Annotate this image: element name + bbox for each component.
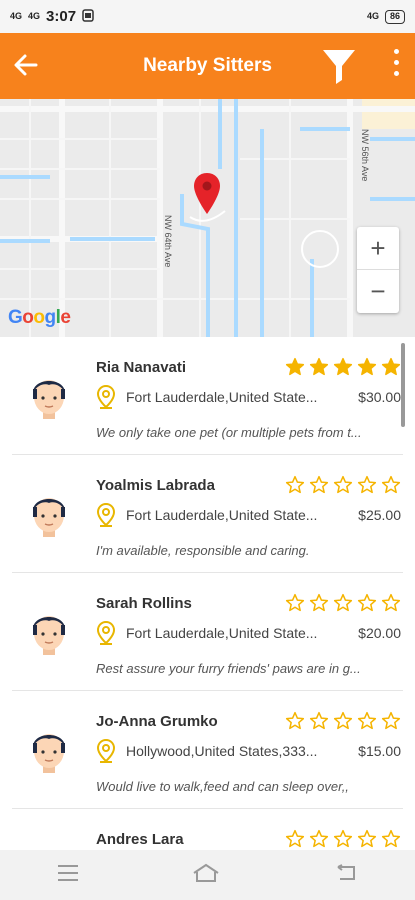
avatar [28, 725, 70, 777]
star-outline-icon [381, 593, 401, 612]
avatar [28, 607, 70, 659]
back-arrow-icon[interactable] [10, 49, 42, 81]
zoom-in-button[interactable]: + [357, 227, 399, 270]
sitter-name: Sarah Rollins [96, 595, 192, 612]
star-filled-icon [285, 357, 305, 376]
menu-icon[interactable] [57, 864, 79, 887]
street-label-64th: NW 64th Ave [163, 215, 173, 267]
rating-stars [285, 475, 401, 495]
star-outline-icon [357, 593, 377, 612]
sitter-description: Would live to walk,feed and can sleep ov… [96, 779, 349, 794]
sitter-price: $25.00 [358, 507, 401, 523]
sitter-list[interactable]: Ria Nanavati Fort Lauderdale,United Stat… [0, 337, 415, 850]
star-outline-icon [357, 475, 377, 494]
app-bar: Nearby Sitters [0, 33, 415, 99]
sitter-row[interactable]: Yoalmis Labrada Fort Lauderdale,United S… [12, 455, 403, 573]
location-pin-icon [96, 620, 116, 645]
location-marker-icon[interactable] [192, 171, 222, 217]
location-pin-icon [96, 502, 116, 527]
zoom-out-button[interactable]: − [357, 270, 399, 313]
star-outline-icon [285, 593, 305, 612]
star-outline-icon [333, 829, 353, 848]
sitter-row[interactable]: Ria Nanavati Fort Lauderdale,United Stat… [12, 337, 403, 455]
sitter-location: Fort Lauderdale,United State... [126, 625, 318, 641]
sitter-name: Ria Nanavati [96, 359, 187, 376]
star-filled-icon [381, 357, 401, 376]
sitter-description: Rest assure your furry friends' paws are… [96, 661, 361, 676]
map-view[interactable]: NW 64th Ave NW 56th Ave + − Google [0, 99, 415, 337]
avatar [28, 843, 70, 850]
signal-indicator-right: 4G [366, 11, 379, 21]
star-outline-icon [357, 711, 377, 730]
sitter-location: Fort Lauderdale,United State... [126, 389, 318, 405]
rating-stars [285, 829, 401, 849]
star-filled-icon [333, 357, 353, 376]
rating-stars [285, 357, 401, 377]
rating-stars [285, 711, 401, 731]
google-logo: Google [8, 307, 71, 328]
star-outline-icon [381, 711, 401, 730]
street-label-56th: NW 56th Ave [360, 129, 370, 181]
notification-icon [82, 8, 94, 25]
star-outline-icon [381, 475, 401, 494]
sitter-description: We only take one pet (or multiple pets f… [96, 425, 362, 440]
sitter-price: $30.00 [358, 389, 401, 405]
star-outline-icon [285, 829, 305, 848]
home-icon[interactable] [192, 863, 220, 888]
star-outline-icon [333, 593, 353, 612]
star-outline-icon [333, 475, 353, 494]
map-background: NW 64th Ave NW 56th Ave [0, 99, 415, 337]
star-filled-icon [309, 357, 329, 376]
back-nav-icon[interactable] [334, 863, 358, 887]
signal-indicator-2: 4G [28, 11, 41, 21]
star-outline-icon [309, 711, 329, 730]
zoom-controls: + − [357, 227, 399, 313]
sitter-name: Andres Lara [96, 831, 184, 848]
sitter-price: $15.00 [358, 743, 401, 759]
star-outline-icon [309, 829, 329, 848]
location-pin-icon [96, 384, 116, 409]
sitter-name: Yoalmis Labrada [96, 477, 215, 494]
sitter-description: I'm available, responsible and caring. [96, 543, 310, 558]
star-outline-icon [309, 593, 329, 612]
sitter-location: Fort Lauderdale,United State... [126, 507, 318, 523]
clock: 3:07 [46, 8, 77, 25]
star-outline-icon [333, 711, 353, 730]
star-outline-icon [285, 475, 305, 494]
star-outline-icon [357, 829, 377, 848]
star-outline-icon [285, 711, 305, 730]
more-options-icon[interactable] [394, 49, 399, 76]
battery-icon: 86 [384, 9, 405, 24]
signal-indicator-1: 4G [10, 11, 23, 21]
sitter-row[interactable]: Sarah Rollins Fort Lauderdale,United Sta… [12, 573, 403, 691]
star-outline-icon [309, 475, 329, 494]
star-outline-icon [381, 829, 401, 848]
sitter-location: Hollywood,United States,333... [126, 743, 318, 759]
star-filled-icon [357, 357, 377, 376]
sitter-price: $20.00 [358, 625, 401, 641]
filter-icon[interactable] [321, 47, 357, 90]
system-nav-bar [0, 850, 415, 900]
sitter-row[interactable]: Jo-Anna Grumko Hollywood,United States,3… [12, 691, 403, 809]
avatar [28, 371, 70, 423]
status-bar: 4G 4G 3:07 4G 86 [0, 0, 415, 33]
location-pin-icon [96, 738, 116, 763]
rating-stars [285, 593, 401, 613]
avatar [28, 489, 70, 541]
sitter-row[interactable]: Andres Lara [12, 809, 403, 850]
sitter-name: Jo-Anna Grumko [96, 713, 218, 730]
